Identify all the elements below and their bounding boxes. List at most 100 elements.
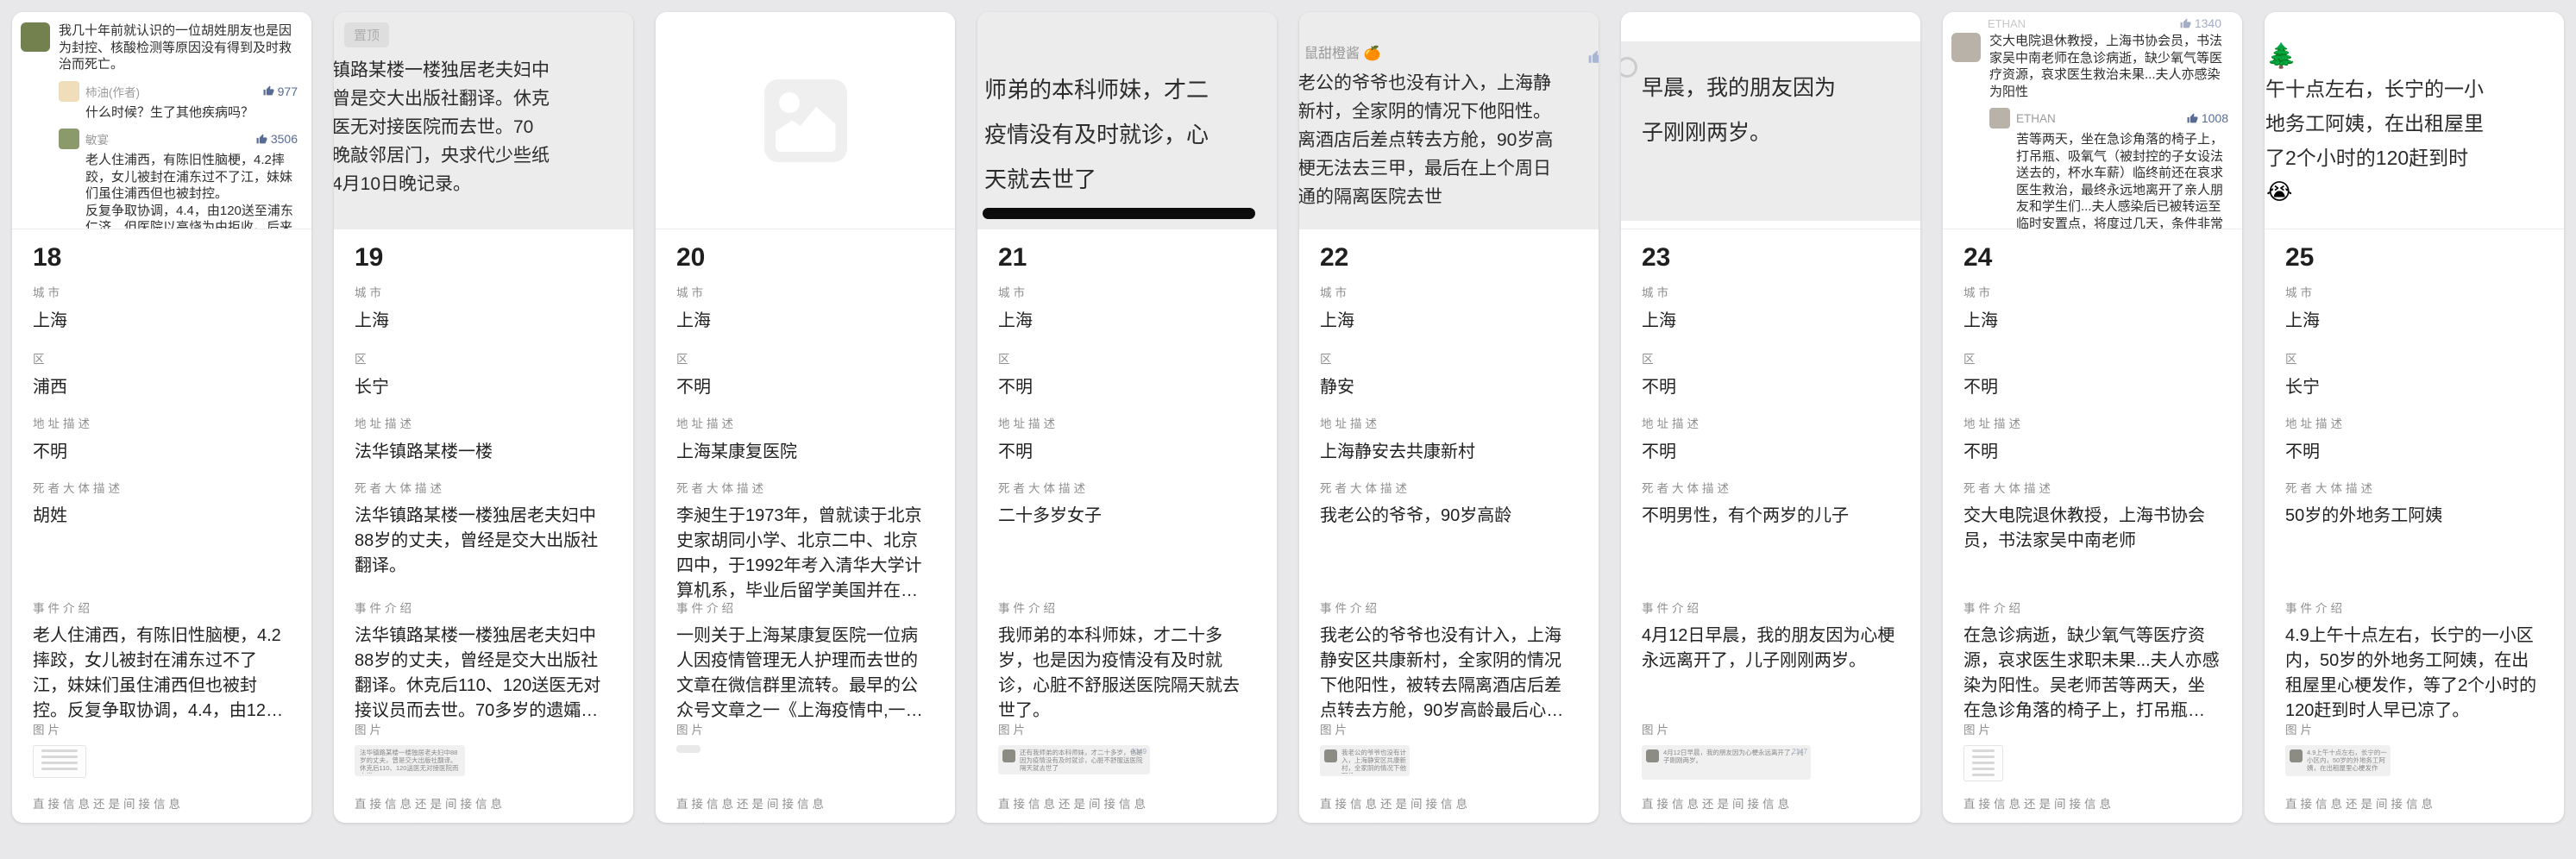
field-value-address: 不明	[998, 439, 1256, 465]
field-label-address: 地址描述	[33, 414, 291, 431]
field-label-address: 地址描述	[355, 414, 613, 431]
image-thumbnail[interactable]: 法华镇路某楼一楼独居老夫妇中88岁的丈夫，曾是交大出版社翻译。休克后110、12…	[355, 745, 465, 776]
field-label-image: 图片	[1963, 720, 2221, 737]
card-body: 20 城市 上海 区 不明 地址描述 上海某康复医院 死者大体描述 李昶生于19…	[656, 229, 955, 823]
image-thumbnail[interactable]: 3349还有我师弟的本科师妹，才二十多岁，也是因为疫情没有及时就诊，心脏不舒服送…	[998, 745, 1150, 774]
field-label-deceased: 死者大体描述	[676, 479, 934, 496]
card-number: 21	[998, 229, 1256, 283]
comment-author: ETHAN	[2016, 112, 2056, 125]
field-value-district: 不明	[676, 374, 934, 400]
field-value-deceased: 李昶生于1973年，曾就读于北京史家胡同小学、北京二中、北京四中，于1992年考…	[676, 504, 934, 599]
card-number: 20	[676, 229, 934, 283]
record-card[interactable]: 置顶镇路某楼一楼独居老夫妇中 曾是交大出版社翻译。休克 医无对接医院而去世。70…	[334, 12, 633, 823]
image-thumbnail[interactable]: 4.9上午十点左右，长宁的一小区内，50岁的外地务工阿姨，在出租屋里心梗发作	[2285, 745, 2391, 776]
field-label-district: 区	[676, 349, 934, 367]
like-count: 1008	[2187, 111, 2232, 125]
field-label-deceased: 死者大体描述	[355, 479, 613, 496]
field-label-event: 事件介绍	[2285, 599, 2543, 616]
comment-reply: 柿油(作者) 977 什么时候？生了其他疾病吗？	[59, 81, 301, 122]
card-body: 25 城市 上海 区 长宁 地址描述 不明 死者大体描述 50岁的外地务工阿姨 …	[2265, 229, 2564, 823]
field-label-event: 事件介绍	[33, 599, 291, 616]
poster-name: 鼠甜橙酱 🍊	[1299, 41, 1599, 62]
field-label-direct: 直接信息还是间接信息	[355, 794, 613, 812]
big-text-line: 子刚刚两岁。	[1633, 110, 1920, 155]
thumbnail-text-line	[41, 756, 78, 758]
field-value-deceased: 法华镇路某楼一楼独居老夫妇中88岁的丈夫，曾经是交大出版社翻译。	[355, 504, 613, 579]
record-card[interactable]: ETHAN1340交大电院退休教授，上海书协会员，书法家吴中南老师在急诊病逝，缺…	[1943, 12, 2242, 823]
image-thumbnail[interactable]: 21474月12日早晨，我的朋友因为心梗永远离开了，儿子刚刚两岁。	[1642, 745, 1811, 780]
thumb-up-icon	[1588, 50, 1599, 65]
record-card[interactable]: 师弟的本科师妹，才二疫情没有及时就诊，心天就去世了 21 城市 上海 区 不明 …	[977, 12, 1277, 823]
thumb-up-icon	[2180, 18, 2191, 29]
record-card[interactable]: 我几十年前就认识的一位胡姓朋友也是因为封控、核酸检测等原因没有得到及时救治而死亡…	[12, 12, 311, 823]
field-value-address: 法华镇路某楼一楼	[355, 439, 613, 465]
field-label-event: 事件介绍	[676, 599, 934, 616]
field-value-district: 静安	[1320, 374, 1578, 400]
comment-reply: 敏宴3506老人住浦西，有陈旧性脑梗，4.2摔跤，女儿被封在浦东过不了江，妹妹们…	[59, 129, 301, 229]
thumbnail-text-line	[1972, 749, 1995, 752]
comment-text: 什么时候？生了其他疾病吗？	[85, 104, 301, 122]
field-label-address: 地址描述	[1963, 414, 2221, 431]
thumbnail-text-line	[1972, 762, 1995, 764]
comment: 我几十年前就认识的一位胡姓朋友也是因为封控、核酸检测等原因没有得到及时救治而死亡…	[21, 22, 301, 73]
image-thumbnail[interactable]: 我老公的爷爷也没有计入，上海静安区共康新村，全家阴的情况下他阳性	[1320, 745, 1410, 776]
field-label-deceased: 死者大体描述	[1963, 479, 2221, 496]
field-value-direct: 身边信息	[1320, 819, 1578, 823]
field-label-direct: 直接信息还是间接信息	[998, 794, 1256, 812]
field-label-direct: 直接信息还是间接信息	[1963, 794, 2221, 812]
field-value-event: 我老公的爷爷也没有计入，上海静安区共康新村，全家阴的情况下他阳性，被转去隔离酒店…	[1320, 624, 1578, 720]
record-card[interactable]: 🌲午十点左右，长宁的一小地务工阿姨，在出租屋里了2个小时的120赶到时😭 25 …	[2265, 12, 2564, 823]
image-thumbnail[interactable]	[1963, 745, 2003, 781]
field-label-city: 城市	[1320, 283, 1578, 300]
field-label-image: 图片	[2285, 720, 2543, 737]
field-label-address: 地址描述	[998, 414, 1256, 431]
card-body: 24 城市 上海 区 不明 地址描述 不明 死者大体描述 交大电院退休教授，上海…	[1943, 229, 2242, 823]
record-card[interactable]: 20 城市 上海 区 不明 地址描述 上海某康复医院 死者大体描述 李昶生于19…	[656, 12, 955, 823]
field-value-direct: 身边信息	[33, 819, 291, 823]
comment-avatar	[59, 129, 79, 149]
comment-text: 苦等两天，坐在急诊角落的椅子上，打吊瓶、吸氧气（被封控的子女设法送去的，杯水车薪…	[2016, 131, 2232, 229]
card-cover-screenshot: ETHAN1340交大电院退休教授，上海书协会员，书法家吴中南老师在急诊病逝，缺…	[1943, 12, 2242, 229]
image-thumbnail[interactable]	[676, 745, 701, 753]
field-value-district: 长宁	[355, 374, 613, 400]
card-cover-screenshot: 我几十年前就认识的一位胡姓朋友也是因为封控、核酸检测等原因没有得到及时救治而死亡…	[12, 12, 311, 229]
thumbnail-micro-text: 还有我师弟的本科师妹，才二十多岁，也是因为疫情没有及时就诊，心脏不舒服送医院隔天…	[1020, 749, 1147, 772]
field-value-event: 在急诊病逝，缺少氧气等医疗资源，哀求医生求职未果...夫人亦感染为阳性。吴老师苦…	[1963, 624, 2221, 720]
thumbnail-micro-text: 4.9上午十点左右，长宁的一小区内，50岁的外地务工阿姨，在出租屋里心梗发作	[2307, 749, 2387, 774]
field-label-city: 城市	[2285, 283, 2543, 300]
field-value-deceased: 我老公的爷爷，90岁高龄	[1320, 504, 1578, 529]
image-placeholder-icon	[764, 79, 847, 162]
field-value-city: 上海	[1642, 308, 1900, 334]
card-board: 我几十年前就认识的一位胡姓朋友也是因为封控、核酸检测等原因没有得到及时救治而死亡…	[0, 0, 2576, 835]
card-number: 23	[1642, 229, 1900, 283]
record-card[interactable]: 早晨，我的朋友因为子刚刚两岁。 23 城市 上海 区 不明 地址描述 不明 死者…	[1621, 12, 1920, 823]
thumb-up-icon	[263, 85, 274, 97]
comment-avatar	[21, 22, 50, 52]
field-value-direct: 网络信息	[676, 819, 934, 823]
field-label-image: 图片	[1642, 720, 1900, 737]
field-label-deceased: 死者大体描述	[1320, 479, 1578, 496]
card-body: 23 城市 上海 区 不明 地址描述 不明 死者大体描述 不明男性，有个两岁的儿…	[1621, 229, 1920, 823]
card-cover-screenshot: 🌲午十点左右，长宁的一小地务工阿姨，在出租屋里了2个小时的120赶到时😭	[2265, 12, 2564, 229]
comment-author: 柿油(作者)	[85, 83, 140, 100]
field-label-district: 区	[1642, 349, 1900, 367]
field-value-event: 4.9上午十点左右，长宁的一小区内，50岁的外地务工阿姨，在出租屋里心梗发作，等…	[2285, 624, 2543, 720]
comment-avatar	[1951, 33, 1981, 62]
comment-reply-header: 柿油(作者) 977	[59, 81, 301, 102]
like-number: 1340	[2195, 16, 2221, 30]
field-label-deceased: 死者大体描述	[33, 479, 291, 496]
field-label-district: 区	[1320, 349, 1578, 367]
card-cover-screenshot: 鼠甜橙酱 🍊 老公的爷爷也没有计入，上海静 新村，全家阴的情况下他阳性。 离酒店后…	[1299, 12, 1599, 229]
comment-avatar	[59, 81, 79, 102]
post-text: 午十点左右，长宁的一小地务工阿姨，在出租屋里了2个小时的120赶到时	[2265, 72, 2564, 175]
image-thumbnail[interactable]	[33, 745, 86, 778]
post-text: 老公的爷爷也没有计入，上海静 新村，全家阴的情况下他阳性。 离酒店后差点转去方舱…	[1299, 69, 1599, 211]
comment-author: 敏宴	[85, 130, 109, 147]
field-value-direct: 身边信息	[1642, 819, 1900, 823]
field-value-district: 不明	[1963, 374, 2221, 400]
like-number: 977	[278, 85, 298, 98]
field-value-event: 法华镇路某楼一楼独居老夫妇中88岁的丈夫，曾经是交大出版社翻译。休克后110、1…	[355, 624, 613, 720]
field-value-deceased: 胡姓	[33, 504, 291, 529]
card-number: 22	[1320, 229, 1578, 283]
record-card[interactable]: 鼠甜橙酱 🍊 老公的爷爷也没有计入，上海静 新村，全家阴的情况下他阳性。 离酒店后…	[1299, 12, 1599, 823]
